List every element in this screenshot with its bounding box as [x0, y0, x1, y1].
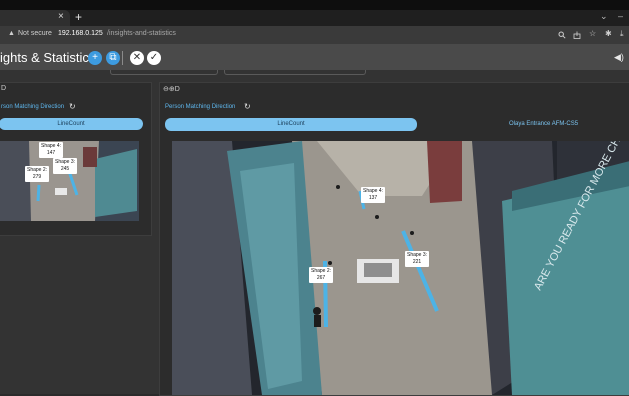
shape-2-label: Shape 2: 267 — [309, 267, 334, 283]
panel-zoom-controls[interactable]: D — [1, 85, 6, 92]
security-status[interactable]: Not secure — [18, 30, 52, 37]
refresh-icon[interactable]: ↻ — [244, 102, 251, 111]
url-host: 192.168.0.125 — [58, 30, 103, 37]
shape-3-label: Shape 3: 221 — [405, 251, 430, 267]
copy-button[interactable]: ⧉ — [106, 51, 120, 65]
filter-select[interactable] — [110, 70, 218, 75]
new-tab-button[interactable]: + — [75, 10, 82, 24]
mall-scene-left — [0, 141, 139, 221]
mall-scene-right: ARE YOU READY FOR MORE CHILDREN'S FASHIO… — [172, 141, 629, 395]
right-camera-panel: ⊖⊕D Person Matching Direction ↻ LineCoun… — [159, 82, 629, 396]
shape-2-count: 279 — [32, 174, 42, 180]
extensions-icon[interactable]: ✱ — [605, 29, 612, 38]
shape-4-name: Shape 4: — [41, 143, 62, 149]
tab-close-button[interactable]: × — [58, 11, 64, 22]
shape-4-count: 137 — [368, 195, 378, 201]
linecount-tab[interactable]: LineCount — [0, 118, 143, 130]
shape-4-name: Shape 4: — [363, 188, 384, 194]
header-divider — [122, 51, 123, 65]
address-bar[interactable]: ▲ Not secure 192.168.0.125 /insights-and… — [0, 26, 629, 44]
left-camera-panel: D rson Matching Direction ↻ LineCount Sh… — [0, 82, 152, 236]
confirm-button[interactable]: ✓ — [147, 51, 161, 65]
window-close-button[interactable]: – — [618, 11, 623, 21]
shape-4-label: Shape 4: 137 — [361, 187, 386, 203]
filter-select[interactable] — [224, 70, 366, 75]
refresh-icon[interactable]: ↻ — [69, 102, 76, 111]
star-icon[interactable]: ☆ — [589, 29, 596, 38]
camera-feed-left: Shape 4: 147 Shape 3: 245 Shape 2: 279 — [0, 141, 139, 221]
shape-3-count: 245 — [60, 166, 70, 172]
camera-feed-right: ARE YOU READY FOR MORE CHILDREN'S FASHIO… — [172, 141, 629, 395]
speaker-icon[interactable]: ◀) — [614, 52, 624, 63]
url-path: /insights-and-statistics — [107, 30, 176, 37]
browser-tab-bar: × + ⌄ – — [0, 10, 629, 26]
shape-3-name: Shape 3: — [55, 159, 76, 165]
shape-2-count: 267 — [316, 275, 326, 281]
shape-2-name: Shape 2: — [27, 167, 48, 173]
browser-tab[interactable]: × — [0, 10, 70, 26]
shape-2-name: Shape 2: — [311, 268, 332, 274]
shape-4-count: 147 — [46, 150, 56, 156]
matching-direction-label: Person Matching Direction — [165, 104, 236, 110]
page-title: ights & Statistics — [0, 50, 96, 65]
warning-icon: ▲ — [8, 30, 15, 37]
browser-top-strip — [0, 0, 629, 10]
share-icon[interactable] — [573, 31, 581, 39]
shape-2-label: Shape 2: 279 — [25, 166, 50, 182]
matching-direction-label: rson Matching Direction — [1, 104, 65, 110]
shape-3-label: Shape 3: 245 — [53, 158, 78, 174]
panel-zoom-controls[interactable]: ⊖⊕D — [163, 85, 180, 93]
shape-3-count: 221 — [412, 259, 422, 265]
shape-3-name: Shape 3: — [407, 252, 428, 258]
shape-4-label: Shape 4: 147 — [39, 142, 64, 158]
add-button[interactable]: + — [88, 51, 102, 65]
window-minimize-button[interactable]: ⌄ — [600, 11, 608, 22]
main-content: D rson Matching Direction ↻ LineCount Sh… — [0, 70, 629, 396]
cancel-button[interactable]: ✕ — [130, 51, 144, 65]
app-header: ights & Statistics + ⧉ ✕ ✓ ◀) — [0, 44, 629, 70]
entrance-tab[interactable]: Olaya Entrance AFM-CS5 — [509, 121, 578, 127]
search-icon[interactable] — [558, 31, 566, 39]
download-icon[interactable]: ⤓ — [620, 29, 624, 39]
linecount-tab[interactable]: LineCount — [165, 118, 417, 131]
